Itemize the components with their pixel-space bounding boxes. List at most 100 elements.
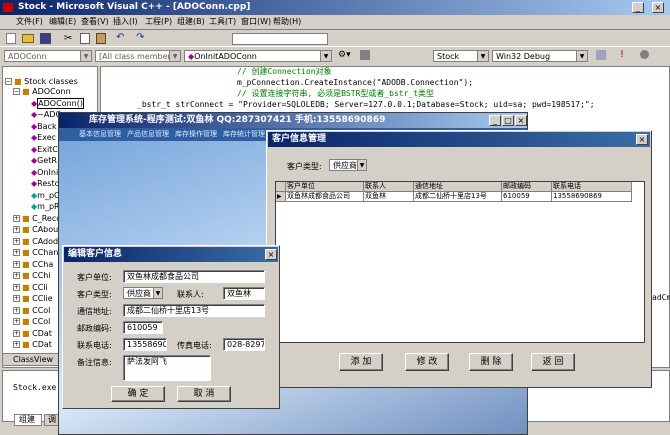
tree-item[interactable]: + ■ CDat [13,340,52,350]
toolbar-copy-icon[interactable] [80,33,90,44]
app-menu-item[interactable]: 产品信息管理 [127,128,169,141]
output-tab-build[interactable]: 组建 [14,414,42,426]
tree-item[interactable]: + ■ CCha [13,260,53,270]
tree-item[interactable]: ◆Back [31,122,57,132]
tree-item[interactable]: ◆Exec [31,133,56,143]
app-close-button[interactable]: × [515,115,527,126]
back-button[interactable]: 返 回 [531,353,575,371]
toolbar-undo-icon[interactable]: ↶ [116,32,124,43]
ide-menu-item[interactable]: 组建(B) [177,15,205,29]
ide-menu-item[interactable]: 插入(I) [113,15,138,29]
tree-item-label: CCli [32,282,48,292]
classview-tab[interactable]: ClassView [2,353,62,366]
tree-item[interactable]: + ■ CCol [13,317,50,327]
class-icon: ■ [22,328,33,338]
note-textarea[interactable]: 萨法发阿飞 [123,355,211,381]
config-combo[interactable]: Win32 Debug ▼ [492,50,588,62]
tree-item[interactable]: + ■ CCol [13,306,50,316]
contact-input[interactable]: 双鱼林 [223,287,265,300]
tree-item[interactable]: + ■ CChi [13,271,51,281]
class-combo[interactable]: ADOConn ▼ [4,50,92,62]
tree-item[interactable]: ◆Resto [31,179,59,189]
phone-input[interactable]: 13558690869 [123,338,167,351]
tree-item[interactable]: + ■ CClie [13,294,53,304]
compile-icon[interactable] [596,50,606,60]
breakpoint-icon[interactable] [640,50,649,59]
tree-item[interactable]: ◆GetR [31,156,57,166]
type-combo[interactable]: 供应商 ▼ [123,287,163,299]
class-combo-value: ADOConn [8,52,47,61]
toolbar-cut-icon[interactable]: ✂ [64,33,72,44]
toolbar-redo-icon[interactable]: ↷ [136,32,144,43]
tree-item[interactable]: − ■ ADOConn [13,87,71,97]
ide-menu-item[interactable]: 帮助(H) [273,15,301,29]
ide-menu-item[interactable]: 查看(V) [81,15,109,29]
app-maximize-button[interactable]: □ [502,115,514,126]
tree-item[interactable]: + ■ CAdodc [13,237,62,247]
collapse-icon: − [5,78,12,85]
tree-root[interactable]: − ■ Stock classes [5,77,78,87]
ide-menu-item[interactable]: 工程(P) [145,15,172,29]
delete-button[interactable]: 删 除 [469,353,513,371]
app-menu-item[interactable]: 基本信息管理 [79,128,121,141]
grid-column-header[interactable]: 联系人 [364,182,414,192]
ide-menu-item[interactable]: 编辑(E) [49,15,76,29]
toolbar-paste-icon[interactable] [96,33,106,44]
unit-input[interactable]: 双鱼林成都食品公司 [123,270,265,283]
note-label: 备注信息: [77,358,112,367]
wizard-action-icon[interactable]: ⚙▾ [338,50,351,60]
grid-cell[interactable]: 双鱼林 [364,192,414,202]
ide-menu-item[interactable]: 工具(T) [209,15,236,29]
tree-item[interactable]: + ■ CCli [13,283,48,293]
zip-input[interactable]: 610059 [123,321,163,334]
tree-item[interactable]: ◆m_pC [31,191,60,201]
tree-item[interactable]: ◆OnIni [31,168,58,178]
toolbar-new-icon[interactable] [6,33,16,44]
ide-close-button[interactable]: × [652,2,664,13]
class-icon: ■ [22,213,33,223]
app-minimize-button[interactable]: _ [489,115,501,126]
cancel-button[interactable]: 取 消 [177,386,231,402]
customer-grid[interactable]: 客户单位 联系人 通信地址 邮政编码 联系电话 ▶ 双鱼林成都食品公司 双鱼林 成都二仙桥十里店… [275,181,645,343]
tree-item[interactable]: + ■ CDat [13,329,52,339]
method-combo[interactable]: ◆OnInitADOConn ▼ [184,50,332,62]
tree-item[interactable]: ◆ADOConn() [31,97,84,109]
expand-icon: + [13,295,20,302]
tree-item[interactable]: + ■ C_Recor [13,214,64,224]
members-combo[interactable]: [All class members] ▼ [95,50,181,62]
grid-column-header[interactable]: 邮政编码 [502,182,552,192]
edit-button[interactable]: 修 改 [405,353,449,371]
grid-cell[interactable]: 610059 [502,192,552,202]
customer-type-value: 供应商 [333,161,357,170]
fax-input[interactable]: 028-8297668 [223,338,265,351]
grid-cell[interactable]: 成都二仙桥十里店13号 [414,192,502,202]
grid-cell[interactable]: 13558690869 [552,192,632,202]
toolbar-find-combo[interactable] [232,33,328,45]
grid-column-header[interactable]: 通信地址 [414,182,502,192]
ok-button[interactable]: 确 定 [111,386,165,402]
toolbar-save-icon[interactable] [40,33,51,44]
run-icon[interactable]: ! [620,49,624,60]
row-selector-icon[interactable]: ▶ [276,192,286,202]
cancel-button-label: 取 消 [193,389,215,399]
customer-type-combo[interactable]: 供应商 ▼ [329,159,367,171]
grid-cell[interactable]: 双鱼林成都食品公司 [286,192,364,202]
app-menu-item[interactable]: 库存操作管理 [175,128,217,141]
app-menu-item[interactable]: 库存统计管理 [223,128,265,141]
ide-menu-item[interactable]: 窗口(W) [241,15,271,29]
tree-item[interactable]: ◆m_pR [31,202,60,212]
customer-close-button[interactable]: × [636,134,648,145]
tree-item[interactable]: ◆ExitC [31,145,58,155]
toolbar-open-icon[interactable] [22,34,34,43]
expand-icon: + [13,214,20,222]
grid-column-header[interactable]: 客户单位 [286,182,364,192]
build-icon[interactable] [360,50,370,60]
add-button[interactable]: 添 加 [339,353,383,371]
ide-minimize-button[interactable]: _ [632,2,644,13]
project-combo[interactable]: Stock ▼ [433,50,489,62]
grid-column-header[interactable]: 联系电话 [552,182,632,192]
class-icon: ■ [22,271,33,280]
ide-menu-item[interactable]: 文件(F) [16,15,43,29]
edit-dialog-close-button[interactable]: × [265,249,277,260]
address-input[interactable]: 成都二仙桥十里店13号 [123,304,265,317]
